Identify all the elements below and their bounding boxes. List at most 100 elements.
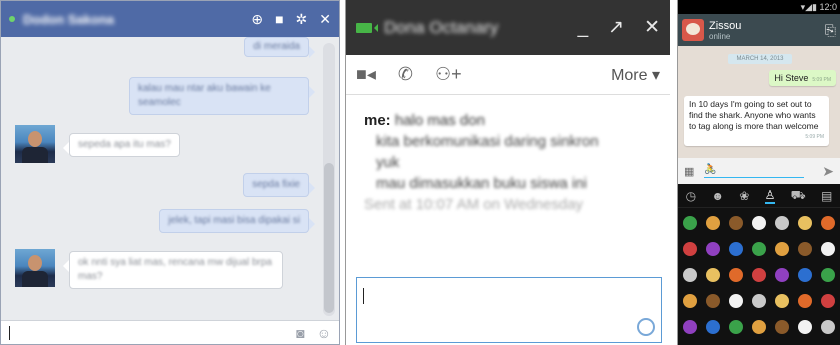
minimize-icon[interactable]: _	[578, 17, 589, 39]
add-person-icon[interactable]: ⚇+	[435, 64, 462, 85]
emoji-keyboard: ◷ ☻ ❀ ♙ ⛟ ▤	[678, 184, 840, 345]
presence-status: online	[709, 31, 731, 41]
emoji-key[interactable]	[771, 262, 794, 288]
contact-name[interactable]: Dodon Sakona	[23, 12, 251, 27]
smiley-icon[interactable]: ☺	[317, 325, 331, 341]
message-time: 5:09 PM	[805, 134, 824, 140]
status-time: 12:0	[819, 2, 837, 12]
attach-icon[interactable]: ⎘	[825, 22, 836, 39]
emoji-key[interactable]	[724, 236, 747, 262]
message-line: kita berkomunikasi daring sinkron	[376, 133, 599, 150]
emoji-key[interactable]	[724, 288, 747, 314]
gear-icon[interactable]: ✲	[296, 11, 308, 28]
message-bubble-in: In 10 days I'm going to set out to find …	[684, 96, 829, 146]
bell-icon[interactable]: ♙	[764, 188, 776, 204]
message-list: me: halo mas don kita berkomunikasi dari…	[364, 110, 660, 215]
emoji-key[interactable]	[817, 288, 840, 314]
emoji-key[interactable]	[724, 262, 747, 288]
emoji-key[interactable]	[724, 210, 747, 236]
message-line: yuk	[376, 154, 400, 171]
message-input[interactable]: ◙ ☺	[1, 320, 339, 344]
scrollbar[interactable]	[323, 43, 335, 316]
emoji-key[interactable]	[747, 314, 770, 340]
emoji-key[interactable]	[678, 262, 701, 288]
input-row: ▦ 🚴 ➤	[678, 158, 840, 184]
text-cursor	[363, 288, 364, 304]
emoji-key[interactable]	[701, 314, 724, 340]
whatsapp-screen: ▾◢▮ 12:0 Zissou online ⎘ MARCH 14, 2013 …	[677, 0, 840, 345]
more-menu[interactable]: More ▾	[611, 65, 660, 85]
message-line: mau dimasukkan buku siswa ini	[376, 175, 587, 192]
emoji-key[interactable]	[678, 210, 701, 236]
message-bubble-out: Hi Steve 5:09 PM	[769, 70, 836, 86]
car-icon[interactable]: ⛟	[791, 188, 806, 204]
smiley-icon[interactable]: ☻	[711, 189, 724, 203]
flower-icon[interactable]: ❀	[739, 189, 749, 203]
message-line: me: halo mas don	[364, 110, 660, 131]
emoji-key[interactable]	[817, 262, 840, 288]
message-bubble: ok nnti sya liat mas, rencana mw dijual …	[63, 251, 283, 289]
smiley-icon[interactable]	[637, 318, 655, 336]
phone-icon[interactable]: ✆	[398, 64, 413, 85]
emoji-key[interactable]	[747, 262, 770, 288]
compose-box[interactable]	[356, 277, 662, 343]
emoji-key[interactable]	[794, 262, 817, 288]
chat-header: Zissou online ⎘	[678, 14, 840, 46]
add-friend-icon[interactable]: ⊕	[251, 11, 263, 28]
close-icon[interactable]: ✕	[644, 16, 660, 39]
emoji-key[interactable]	[794, 314, 817, 340]
video-icon[interactable]: ■◂	[356, 64, 376, 85]
message-text: Hi Steve	[774, 73, 809, 83]
avatar[interactable]	[15, 249, 55, 287]
emoji-key[interactable]	[678, 236, 701, 262]
emoji-key[interactable]	[747, 288, 770, 314]
window-controls: _ ↗ ✕	[578, 16, 660, 39]
emoji-key[interactable]	[794, 288, 817, 314]
sender-label: me:	[364, 112, 391, 129]
emoji-key[interactable]	[747, 236, 770, 262]
contact-name: Zissou	[709, 19, 742, 32]
emoji-key[interactable]	[747, 210, 770, 236]
emoji-key[interactable]	[678, 288, 701, 314]
message-text: halo mas don	[394, 112, 485, 129]
emoji-key[interactable]	[724, 314, 747, 340]
keyboard-icon[interactable]: ▦	[684, 165, 694, 178]
emoji-key[interactable]	[794, 236, 817, 262]
emoji-category-tabs: ◷ ☻ ❀ ♙ ⛟ ▤	[678, 184, 840, 208]
scrollbar-thumb[interactable]	[324, 163, 334, 313]
send-icon[interactable]: ➤	[822, 163, 834, 180]
avatar[interactable]	[682, 19, 704, 41]
text-cursor	[9, 325, 10, 340]
emoji-key[interactable]	[817, 236, 840, 262]
avatar[interactable]	[15, 125, 55, 163]
header-actions: ⊕ ■ ✲ ✕	[251, 11, 331, 28]
message-bubble: jelek, tapi masi bisa dipakai si	[159, 209, 315, 233]
message-text: In 10 days I'm going to set out to find …	[689, 99, 819, 131]
message-bubble: kalau mau ntar aku bawain ke seamolec	[129, 77, 315, 115]
emoji-key[interactable]	[701, 210, 724, 236]
emoji-key[interactable]	[701, 288, 724, 314]
emoji-key[interactable]	[701, 236, 724, 262]
chat-toolbar: ■◂ ✆ ⚇+ More ▾	[346, 55, 670, 95]
emoji-key[interactable]	[794, 210, 817, 236]
emoji-key[interactable]	[771, 210, 794, 236]
emoji-key[interactable]	[817, 314, 840, 340]
camera-icon[interactable]: ◙	[296, 325, 304, 341]
video-icon[interactable]: ■	[275, 11, 283, 27]
emoji-key[interactable]	[771, 288, 794, 314]
message-input[interactable]: 🚴	[704, 164, 805, 178]
symbols-icon[interactable]: ▤	[821, 189, 832, 203]
emoji-key[interactable]	[771, 236, 794, 262]
clock-icon[interactable]: ◷	[686, 189, 696, 203]
close-icon[interactable]: ✕	[319, 11, 331, 28]
contact-name[interactable]: Dona Octanary	[384, 18, 578, 38]
contact-info[interactable]: Zissou online	[709, 20, 741, 41]
gmail-chat-window: Dona Octanary _ ↗ ✕ ■◂ ✆ ⚇+ More ▾ me: h…	[345, 0, 670, 345]
facebook-chat-window: Dodon Sakona ⊕ ■ ✲ ✕ di meraida kalau ma…	[0, 0, 340, 345]
emoji-key[interactable]	[817, 210, 840, 236]
emoji-key[interactable]	[771, 314, 794, 340]
emoji-key[interactable]	[701, 262, 724, 288]
emoji-key[interactable]	[678, 314, 701, 340]
popout-icon[interactable]: ↗	[608, 16, 624, 39]
message-list: di meraida kalau mau ntar aku bawain ke …	[1, 37, 321, 320]
